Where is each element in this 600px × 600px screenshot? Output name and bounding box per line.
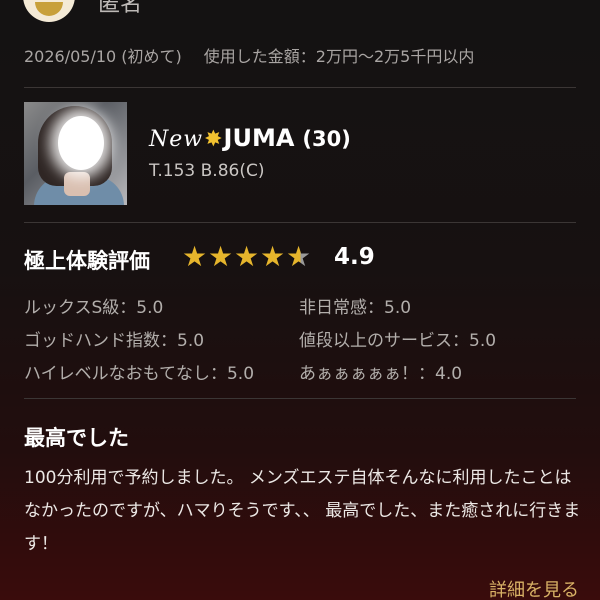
rating-stars: ★★★★★ (182, 240, 312, 273)
cast-name: JUMA (223, 124, 295, 152)
review-title: 最高でした (24, 426, 129, 450)
sparkle-star-icon: ✸ (204, 127, 223, 152)
review-body: 100分利用で予約しました。 メンズエステ自体そんなに利用したことはなかったので… (24, 468, 581, 554)
rating-item: ルックスS級：5.0 (24, 298, 164, 318)
rating-item: 非日常感：5.0 (299, 298, 412, 318)
review-date: 2026/05/10 (初めて) (24, 47, 182, 66)
reviewer-name: 匿名 (98, 0, 143, 17)
divider (24, 87, 576, 88)
reviewer-avatar (23, 0, 75, 22)
review-meta: 2026/05/10 (初めて) 使用した金額：2万円〜2万5千円以内 (24, 43, 474, 67)
cast-name-line[interactable]: New✸JUMA (30) (149, 124, 351, 152)
cast-stats: T.153 B.86(C) (149, 161, 265, 181)
cast-age: (30) (302, 127, 351, 151)
new-badge: New (149, 127, 204, 152)
review-amount: 使用した金額：2万円〜2万5千円以内 (203, 47, 475, 66)
star-icon: ★ (208, 240, 234, 273)
divider (24, 398, 576, 399)
half-star-icon: ★ (286, 240, 312, 273)
divider (24, 222, 576, 223)
cast-photo[interactable] (24, 102, 127, 205)
star-icon: ★ (182, 240, 208, 273)
rating-item: ハイレベルなおもてなし：5.0 (24, 364, 255, 384)
rating-item: 値段以上のサービス：5.0 (299, 331, 497, 351)
rating-score: 4.9 (334, 244, 375, 270)
star-icon: ★ (260, 240, 286, 273)
rating-item: ゴッドハンド指数：5.0 (24, 331, 205, 351)
more-details-link[interactable]: 詳細を見る (489, 576, 579, 600)
star-icon: ★ (234, 240, 260, 273)
rating-item: あぁぁぁぁぁ！：4.0 (299, 364, 463, 384)
rating-title: 極上体験評価 (24, 249, 150, 273)
